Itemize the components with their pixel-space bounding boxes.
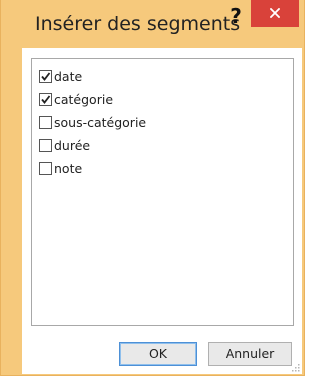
list-item-date[interactable]: date bbox=[39, 67, 82, 85]
insert-slicers-dialog: Insérer des segments ? date catégorie so… bbox=[0, 0, 305, 376]
checkbox-categorie[interactable] bbox=[39, 92, 52, 106]
help-icon: ? bbox=[230, 4, 242, 28]
list-item-label: sous-catégorie bbox=[54, 114, 147, 130]
checkbox-sous-categorie[interactable] bbox=[39, 115, 52, 129]
checkmark-icon bbox=[41, 71, 51, 81]
checkbox-note[interactable] bbox=[39, 161, 52, 175]
list-item-duree[interactable]: durée bbox=[39, 136, 90, 154]
list-item-label: catégorie bbox=[54, 91, 114, 107]
list-item-label: note bbox=[54, 160, 83, 176]
checkmark-icon bbox=[41, 94, 51, 104]
resize-grip-icon[interactable] bbox=[291, 363, 300, 372]
close-icon bbox=[270, 8, 280, 18]
ok-button[interactable]: OK bbox=[119, 342, 197, 366]
dialog-body: date catégorie sous-catégorie durée note… bbox=[22, 48, 302, 374]
list-item-note[interactable]: note bbox=[39, 159, 82, 177]
field-list: date catégorie sous-catégorie durée note bbox=[31, 58, 294, 326]
checkbox-duree[interactable] bbox=[39, 138, 52, 152]
checkbox-date[interactable] bbox=[39, 69, 52, 83]
close-button[interactable] bbox=[251, 0, 299, 27]
help-button[interactable]: ? bbox=[224, 4, 248, 28]
cancel-button[interactable]: Annuler bbox=[208, 342, 292, 366]
list-item-label: date bbox=[54, 68, 83, 84]
list-item-label: durée bbox=[54, 137, 91, 153]
dialog-title: Insérer des segments bbox=[35, 13, 241, 35]
list-item-categorie[interactable]: catégorie bbox=[39, 90, 113, 108]
title-bar[interactable]: Insérer des segments ? bbox=[1, 0, 306, 48]
list-item-sous-categorie[interactable]: sous-catégorie bbox=[39, 113, 146, 131]
